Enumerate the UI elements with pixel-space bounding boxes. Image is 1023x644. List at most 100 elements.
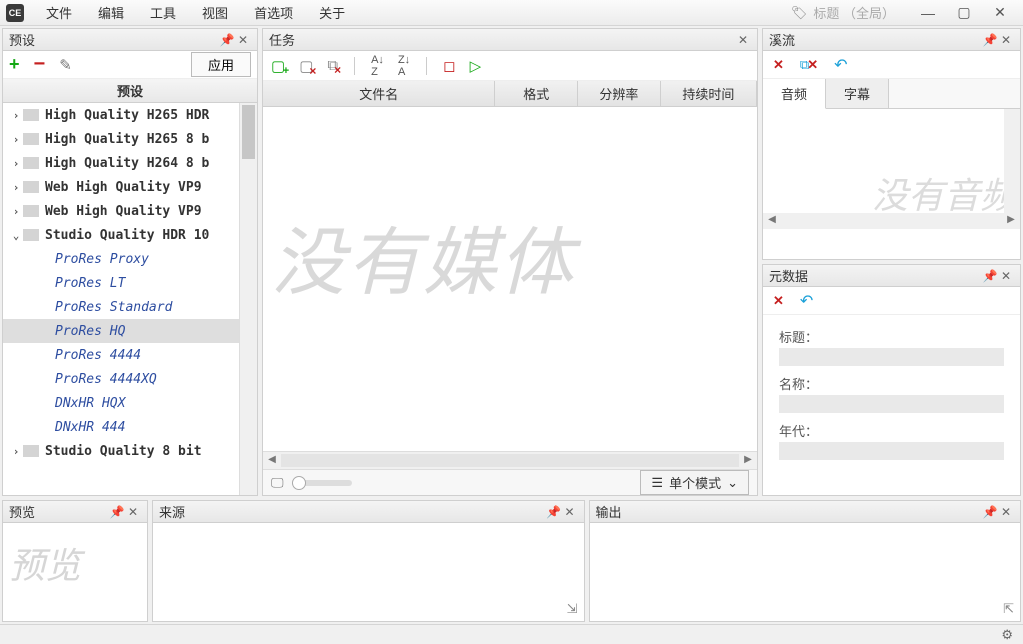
menu-tools[interactable]: 工具 [138, 0, 188, 25]
streams-pin-icon[interactable]: 📌 [982, 33, 998, 47]
meta-label-name: 名称： [779, 374, 1004, 393]
source-title: 来源 [159, 502, 546, 521]
preset-remove-icon[interactable]: − [34, 53, 46, 76]
window-maximize[interactable]: ▢ [947, 2, 981, 23]
preset-item[interactable]: DNxHR HQX [3, 391, 257, 415]
tab-subtitle[interactable]: 字幕 [826, 79, 889, 108]
layers-icon: ☰ [651, 475, 663, 491]
task-add-icon[interactable]: ▢ [271, 57, 285, 75]
preset-group[interactable]: ›High Quality H264 8 b [3, 151, 257, 175]
expand-arrow-icon[interactable]: › [9, 205, 23, 218]
output-title: 输出 [596, 502, 983, 521]
expand-arrow-icon[interactable]: › [9, 133, 23, 146]
preset-item[interactable]: ProRes Standard [3, 295, 257, 319]
presets-close-icon[interactable]: ✕ [235, 33, 251, 47]
output-pin-icon[interactable]: 📌 [982, 505, 998, 519]
sort-desc-icon[interactable]: Z↓A [398, 54, 410, 78]
folder-icon [23, 133, 39, 145]
preset-item[interactable]: ProRes 4444XQ [3, 367, 257, 391]
preset-label: Web High Quality VP9 [45, 180, 202, 195]
col-format[interactable]: 格式 [495, 81, 578, 106]
stream-delete-icon[interactable]: ✕ [773, 57, 784, 73]
preset-group[interactable]: ⌄ Studio Quality HDR 10 [3, 223, 257, 247]
preset-label: ProRes 4444 [55, 348, 141, 363]
streams-vscrollbar[interactable] [1004, 109, 1020, 213]
metadata-undo-icon[interactable]: ↶ [800, 291, 813, 311]
chevron-down-icon: ⌄ [727, 475, 738, 491]
task-remove-icon[interactable] [299, 57, 313, 75]
preset-edit-icon[interactable]: ✎ [59, 56, 72, 74]
window-close[interactable]: ✕ [983, 2, 1017, 23]
monitor-icon[interactable]: 🖵 [271, 475, 284, 491]
metadata-pin-icon[interactable]: 📌 [982, 269, 998, 283]
folder-icon [23, 229, 39, 241]
presets-pin-icon[interactable]: 📌 [219, 33, 235, 47]
meta-field-year[interactable] [779, 442, 1004, 460]
zoom-slider[interactable] [292, 480, 352, 486]
output-close-icon[interactable]: ✕ [998, 505, 1014, 519]
preset-label: ProRes Proxy [55, 252, 149, 267]
menu-edit[interactable]: 编辑 [86, 0, 136, 25]
stream-delete-all-icon[interactable]: ✕ [800, 57, 818, 73]
global-search-hint[interactable]: 标题 （全局） [813, 3, 895, 22]
stop-icon[interactable]: ◻ [443, 57, 455, 75]
preset-tree[interactable]: ›High Quality H265 HDR›High Quality H265… [3, 103, 257, 495]
source-close-icon[interactable]: ✕ [562, 505, 578, 519]
source-panel: 来源 📌 ✕ ⇲ [152, 500, 585, 622]
metadata-clear-icon[interactable]: ✕ [773, 293, 784, 309]
source-popout-icon[interactable]: ⇲ [567, 601, 578, 617]
task-remove-all-icon[interactable] [327, 57, 338, 74]
preset-scrollbar[interactable] [239, 103, 257, 495]
stream-undo-icon[interactable]: ↶ [834, 55, 847, 75]
preview-placeholder: 预览 [9, 537, 81, 589]
col-duration[interactable]: 持续时间 [661, 81, 757, 106]
preset-item[interactable]: ProRes Proxy [3, 247, 257, 271]
preset-group[interactable]: ›High Quality H265 8 b [3, 127, 257, 151]
menu-view[interactable]: 视图 [190, 0, 240, 25]
col-filename[interactable]: 文件名 [263, 81, 495, 106]
streams-hscrollbar[interactable]: ◀▶ [763, 213, 1020, 229]
task-table-header: 文件名 格式 分辨率 持续时间 [263, 81, 757, 107]
tasks-close-icon[interactable]: ✕ [735, 33, 751, 47]
tasks-title: 任务 [269, 30, 735, 49]
meta-field-name[interactable] [779, 395, 1004, 413]
expand-arrow-icon[interactable]: ⌄ [9, 229, 23, 242]
source-pin-icon[interactable]: 📌 [546, 505, 562, 519]
expand-arrow-icon[interactable]: › [9, 181, 23, 194]
preset-group[interactable]: ›Web High Quality VP9 [3, 199, 257, 223]
streams-close-icon[interactable]: ✕ [998, 33, 1014, 47]
tasks-hscrollbar[interactable]: ◀▶ [263, 451, 757, 469]
preview-pin-icon[interactable]: 📌 [109, 505, 125, 519]
preset-apply-button[interactable]: 应用 [191, 52, 251, 77]
menu-about[interactable]: 关于 [307, 0, 357, 25]
preset-item[interactable]: ProRes LT [3, 271, 257, 295]
expand-arrow-icon[interactable]: › [9, 445, 23, 458]
preset-item[interactable]: DNxHR 444 [3, 415, 257, 439]
tab-audio[interactable]: 音频 [763, 79, 826, 109]
settings-gear-icon[interactable]: ⚙ [1001, 627, 1013, 643]
preset-item[interactable]: ProRes HQ [3, 319, 257, 343]
output-popout-icon[interactable]: ⇱ [1003, 601, 1014, 617]
preset-item[interactable]: ProRes 4444 [3, 343, 257, 367]
meta-field-title[interactable] [779, 348, 1004, 366]
expand-arrow-icon[interactable]: › [9, 109, 23, 122]
menu-preferences[interactable]: 首选项 [242, 0, 305, 25]
preset-add-icon[interactable]: + [9, 54, 20, 75]
preset-label: Studio Quality HDR 10 [45, 228, 209, 243]
expand-arrow-icon[interactable]: › [9, 157, 23, 170]
metadata-close-icon[interactable]: ✕ [998, 269, 1014, 283]
preset-group[interactable]: ›Studio Quality 8 bit [3, 439, 257, 463]
output-panel: 输出 📌 ✕ ⇱ [589, 500, 1022, 622]
play-icon[interactable]: ▷ [470, 57, 482, 75]
metadata-panel: 元数据 📌 ✕ ✕ ↶ 标题： 名称： [762, 264, 1021, 496]
menu-file[interactable]: 文件 [34, 0, 84, 25]
preset-group[interactable]: › Web High Quality VP9 [3, 175, 257, 199]
sort-asc-icon[interactable]: A↓Z [371, 54, 384, 78]
col-resolution[interactable]: 分辨率 [578, 81, 661, 106]
preset-group[interactable]: ›High Quality H265 HDR [3, 103, 257, 127]
preview-close-icon[interactable]: ✕ [125, 505, 141, 519]
window-minimize[interactable]: — [911, 3, 945, 23]
mode-label: 单个模式 [669, 473, 721, 492]
presets-panel: 预设 📌 ✕ + − ✎ 应用 预设 ›High Quality H265 HD… [2, 28, 258, 496]
mode-dropdown[interactable]: ☰ 单个模式 ⌄ [640, 470, 749, 495]
